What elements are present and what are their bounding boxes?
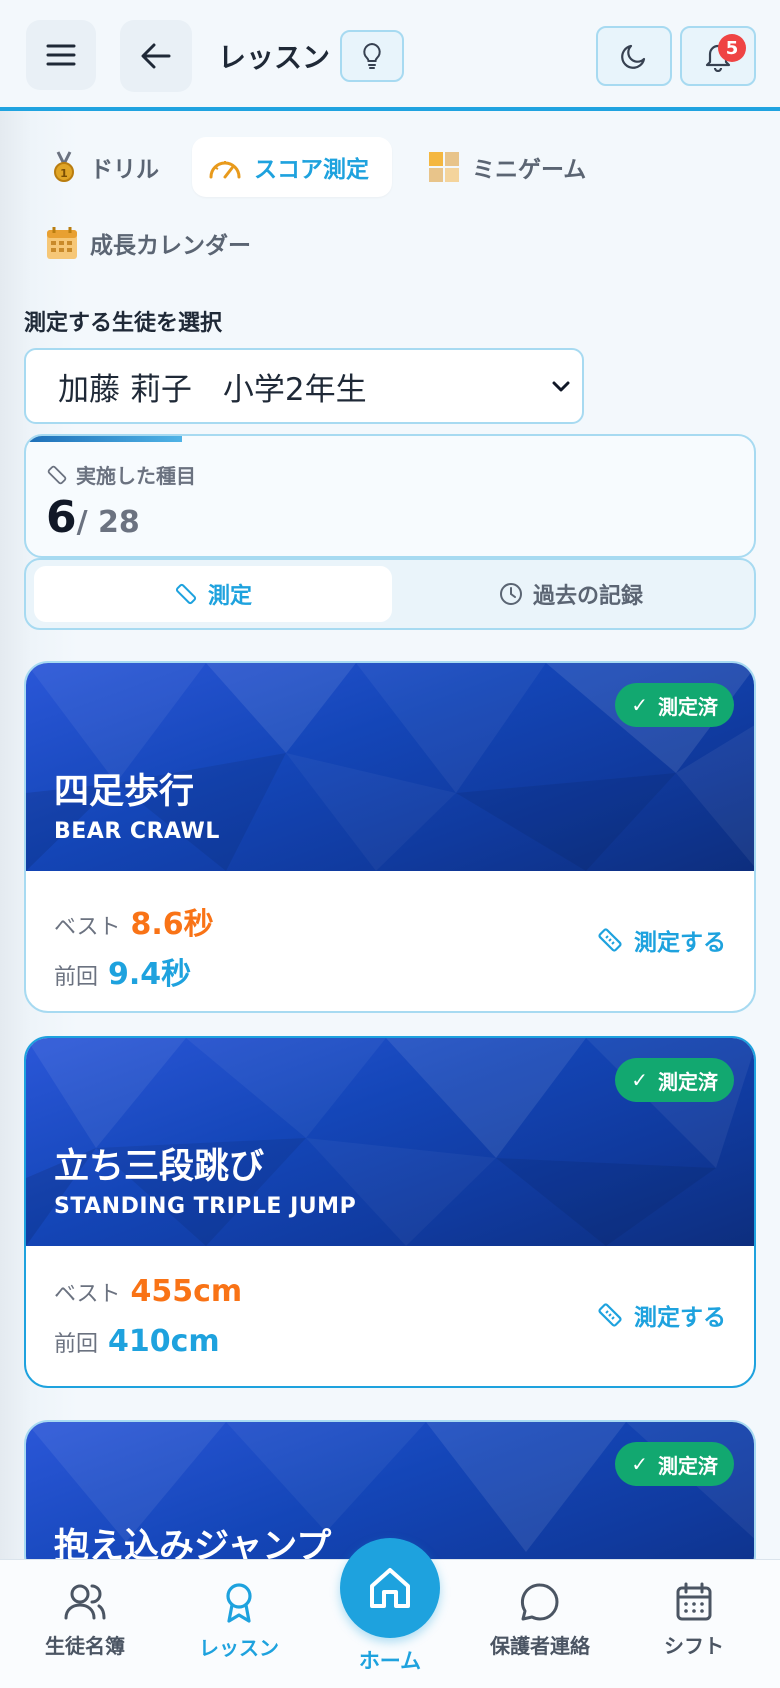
status-badge: ✓ 測定済 [615, 1442, 734, 1486]
ruler-icon [47, 465, 67, 484]
svg-text:1: 1 [60, 167, 68, 180]
progress-bar [26, 436, 182, 442]
arrow-left-icon [141, 43, 171, 69]
exercise-card[interactable]: ✓ 測定済 立ち三段跳び STANDING TRIPLE JUMP ベスト 455c… [24, 1036, 756, 1388]
tab-label: ミニゲーム [472, 157, 587, 183]
tab-score[interactable]: スコア測定 [192, 137, 392, 197]
tab-drill[interactable]: 1 ドリル [34, 137, 175, 197]
exercise-name-en: BEAR CRAWL [54, 819, 220, 844]
exercise-scores: ベスト 8.6秒 前回 9.4秒 測定する [26, 871, 754, 1011]
nav-shift[interactable]: シフト [624, 1582, 764, 1659]
calendar-icon [47, 227, 77, 259]
back-button[interactable] [120, 20, 192, 92]
exercise-card[interactable]: ✓ 測定済 四足歩行 BEAR CRAWL ベスト 8.6秒 前回 9.4秒 測定する [24, 661, 756, 1013]
nav-lesson[interactable]: レッスン [169, 1582, 309, 1661]
notification-badge: 5 [718, 34, 746, 62]
best-score: ベスト 8.6秒 [54, 907, 214, 942]
grid-icon [429, 152, 459, 182]
ruler-icon [598, 928, 622, 952]
view-segmented-control: 測定 過去の記録 [24, 558, 756, 630]
progress-count: 6 / 28 [46, 492, 140, 543]
home-icon [370, 1568, 410, 1608]
ruler-icon [175, 583, 197, 605]
hamburger-icon [46, 44, 76, 66]
exercise-scores: ベスト 455cm 前回 410cm 測定する [26, 1246, 754, 1386]
check-icon: ✓ [631, 693, 648, 717]
chevron-down-icon [552, 381, 570, 392]
speedometer-icon [209, 161, 241, 179]
page-title: レッスン [218, 41, 331, 74]
segment-measure[interactable]: 測定 [34, 566, 392, 622]
student-select-value: 加藤 莉子 小学2年生 [58, 371, 367, 408]
nav-students[interactable]: 生徒名簿 [15, 1582, 155, 1659]
measure-button[interactable]: 測定する [596, 1298, 726, 1332]
tab-minigame[interactable]: ミニゲーム [412, 137, 602, 197]
check-icon: ✓ [631, 1068, 648, 1092]
tab-label: ドリル [90, 157, 159, 183]
exercise-hero: ✓ 測定済 立ち三段跳び STANDING TRIPLE JUMP [26, 1038, 754, 1246]
progress-label: 実施した種目 [46, 460, 196, 489]
nav-home-label: ホーム [358, 1649, 422, 1673]
previous-score: 前回 410cm [54, 1324, 220, 1359]
exercise-name: 四足歩行 [54, 772, 195, 812]
segment-history[interactable]: 過去の記録 [392, 566, 750, 622]
measure-button[interactable]: 測定する [596, 923, 726, 957]
message-circle-icon [520, 1583, 559, 1621]
ruler-icon [598, 1303, 622, 1327]
status-badge: ✓ 測定済 [615, 1058, 734, 1102]
nav-parents[interactable]: 保護者連絡 [470, 1582, 610, 1659]
previous-score: 前回 9.4秒 [54, 957, 192, 992]
student-select-label: 測定する生徒を選択 [24, 311, 223, 336]
home-button[interactable] [340, 1538, 440, 1638]
best-score: ベスト 455cm [54, 1274, 243, 1309]
progress-done: 6 [46, 492, 77, 543]
tips-button[interactable] [340, 30, 404, 82]
exercise-hero: ✓ 測定済 四足歩行 BEAR CRAWL [26, 663, 754, 871]
status-badge: ✓ 測定済 [615, 683, 734, 727]
users-icon [64, 1584, 106, 1620]
progress-total: / 28 [76, 505, 140, 540]
dark-mode-toggle[interactable] [596, 26, 672, 86]
top-app-bar: レッスン 5 [0, 0, 780, 111]
medal-icon: 1 [54, 151, 74, 182]
tab-label: 成長カレンダー [90, 233, 251, 259]
check-icon: ✓ [631, 1452, 648, 1476]
tab-growth-calendar[interactable]: 成長カレンダー [30, 213, 267, 273]
menu-button[interactable] [26, 20, 96, 90]
award-icon [226, 1583, 252, 1623]
lightbulb-icon [363, 42, 381, 69]
exercise-name-en: STANDING TRIPLE JUMP [54, 1194, 357, 1219]
exercise-name: 立ち三段跳び [54, 1147, 265, 1187]
moon-icon [621, 44, 646, 69]
student-select[interactable]: 加藤 莉子 小学2年生 [24, 348, 584, 424]
tab-label: スコア測定 [254, 157, 369, 183]
notifications-button[interactable]: 5 [680, 26, 756, 86]
calendar-icon [676, 1582, 712, 1621]
clock-icon [499, 583, 522, 605]
progress-card: 実施した種目 6 / 28 [24, 434, 756, 558]
